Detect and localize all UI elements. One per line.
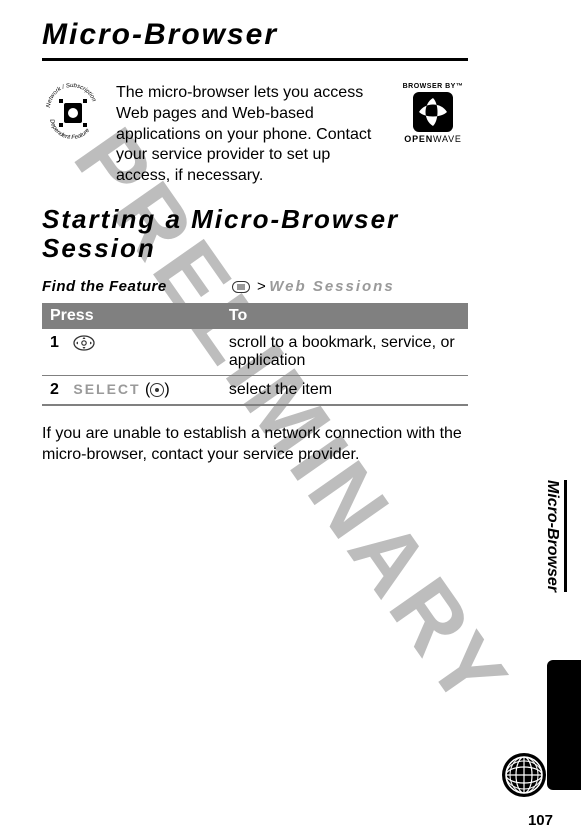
step-desc: select the item [221, 376, 468, 406]
openwave-logo-icon [413, 92, 453, 132]
intro-row: Network / Subscription Dependent Feature… [42, 83, 468, 187]
intro-text: The micro-browser lets you access Web pa… [116, 83, 384, 187]
menu-key-icon [232, 281, 250, 293]
network-subscription-icon: Network / Subscription Dependent Feature [42, 83, 102, 143]
nav-key-icon [73, 335, 95, 351]
page-title: Micro-Browser [42, 18, 468, 61]
step-desc: scroll to a bookmark, service, or applic… [221, 329, 468, 376]
select-key-label: SELECT [73, 381, 140, 397]
section-heading: Starting a Micro-Browser Session [42, 205, 468, 262]
path-separator: > [257, 278, 266, 295]
openwave-name: OPENWAVE [398, 134, 468, 144]
note-text: If you are unable to establish a network… [42, 424, 468, 466]
page-number: 107 [528, 812, 553, 829]
globe-icon [501, 752, 547, 798]
find-feature-label: Find the Feature [42, 278, 232, 295]
table-row: 1 scroll to a bookmark, service, or appl… [42, 329, 468, 376]
openwave-top: BROWSER BY™ [398, 83, 468, 90]
find-feature-path: Web Sessions [269, 278, 394, 295]
side-black-tab [547, 660, 581, 790]
table-row: 2 SELECT () select the item [42, 376, 468, 406]
steps-table: Press To 1 scroll to a bookmark, servic [42, 303, 468, 406]
col-press: Press [42, 303, 221, 329]
step-number: 2 [50, 381, 59, 398]
center-key-icon [150, 383, 164, 397]
col-to: To [221, 303, 468, 329]
openwave-badge: BROWSER BY™ OPENWAVE [398, 83, 468, 187]
step-number: 1 [50, 334, 59, 351]
find-feature-row: Find the Feature > Web Sessions [42, 278, 468, 295]
